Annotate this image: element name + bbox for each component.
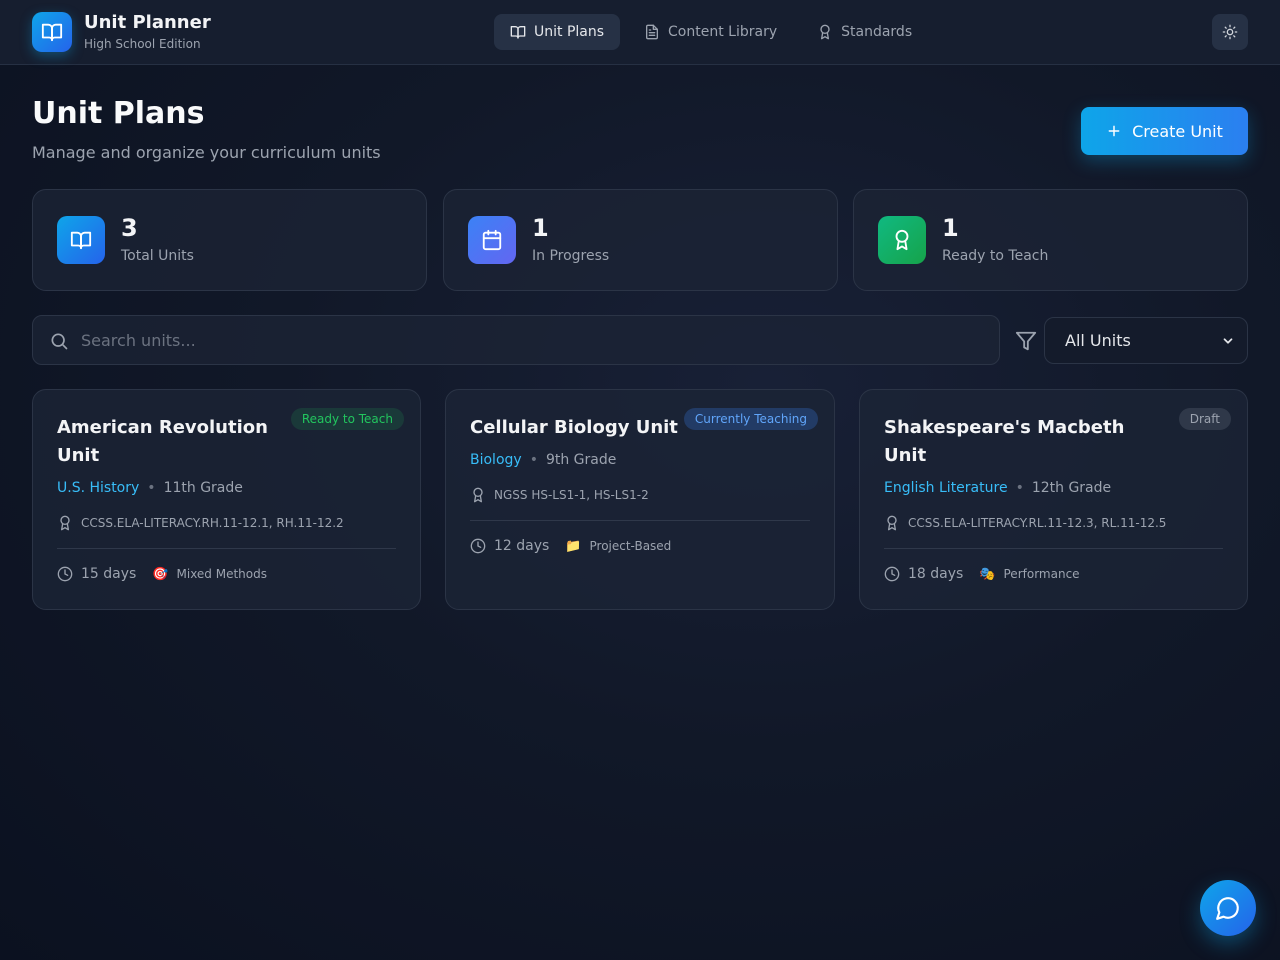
unit-duration: 15 days [57, 566, 136, 582]
method-text: Mixed Methods [176, 567, 268, 581]
filter-icon [1015, 331, 1037, 351]
unit-method: 📁 Project-Based [565, 539, 671, 554]
divider [884, 548, 1223, 549]
unit-duration: 18 days [884, 566, 963, 582]
stat-value: 1 [942, 214, 959, 242]
duration-text: 15 days [81, 566, 137, 582]
unit-duration: 12 days [470, 538, 549, 554]
unit-meta: English Literature • 12th Grade [884, 480, 1111, 496]
award-icon [473, 487, 483, 503]
unit-method: 🎭 Performance [979, 567, 1079, 582]
unit-title: American Revolution Unit [57, 417, 268, 466]
duration-text: 18 days [908, 566, 964, 582]
theater-masks-icon: 🎭 [979, 566, 996, 582]
unit-subject: U.S. History [57, 480, 140, 496]
status-badge: Currently Teaching [683, 408, 818, 430]
duration-text: 12 days [494, 538, 550, 554]
clock-icon [470, 538, 486, 554]
award-icon [820, 24, 830, 40]
award-icon [60, 515, 70, 531]
app-title: Unit Planner [84, 12, 211, 33]
nav-label: Content Library [668, 24, 778, 40]
plus-icon [1108, 125, 1120, 137]
method-text: Performance [1003, 567, 1080, 581]
search-box [32, 315, 1000, 365]
unit-footer: 15 days 🎯 Mixed Methods [57, 566, 267, 582]
document-icon [646, 24, 659, 40]
clock-icon [57, 566, 73, 582]
brand[interactable]: Unit Planner High School Edition [32, 12, 211, 52]
status-filter-value: All Units [1065, 331, 1131, 350]
page-subtitle: Manage and organize your curriculum unit… [32, 143, 381, 162]
stat-label: In Progress [532, 248, 610, 264]
standards-text: CCSS.ELA-LITERACY.RH.11-12.1, RH.11-12.2 [81, 516, 344, 530]
method-text: Project-Based [589, 539, 672, 553]
open-book-icon [32, 12, 72, 52]
create-unit-button[interactable]: Create Unit [1081, 107, 1248, 155]
unit-method: 🎯 Mixed Methods [152, 567, 267, 582]
nav-label: Unit Plans [534, 24, 605, 40]
status-filter-select[interactable]: All Units [1044, 317, 1248, 364]
search-input[interactable] [81, 316, 981, 364]
stat-label: Total Units [121, 248, 194, 264]
unit-standards: CCSS.ELA-LITERACY.RL.11-12.3, RL.11-12.5 [884, 515, 1166, 531]
unit-meta: Biology • 9th Grade [470, 452, 616, 468]
chat-bubble-icon [1216, 897, 1239, 920]
page-title: Unit Plans [32, 96, 205, 131]
unit-subject: English Literature [884, 480, 1008, 496]
nav-content-library[interactable]: Content Library [628, 14, 793, 50]
divider [57, 548, 396, 549]
open-book-icon [510, 26, 526, 39]
open-book-icon [57, 216, 105, 264]
unit-title: Cellular Biology Unit [470, 417, 678, 438]
theme-toggle-button[interactable] [1212, 14, 1248, 50]
unit-standards: CCSS.ELA-LITERACY.RH.11-12.1, RH.11-12.2 [57, 515, 344, 531]
main-nav: Unit Plans Content Library Standards [494, 14, 936, 50]
unit-title: Shakespeare's Macbeth Unit [884, 417, 1125, 466]
target-icon: 🎯 [152, 566, 169, 582]
stat-value: 3 [121, 214, 138, 242]
unit-card[interactable]: Shakespeare's Macbeth Unit Draft English… [859, 389, 1248, 610]
unit-grade: 12th Grade [1031, 480, 1112, 496]
chevron-down-icon [1223, 337, 1233, 344]
unit-standards: NGSS HS-LS1-1, HS-LS1-2 [470, 487, 649, 503]
stat-card-total-units: 3 Total Units [32, 189, 427, 291]
unit-grade: 9th Grade [545, 452, 617, 468]
standards-text: CCSS.ELA-LITERACY.RL.11-12.3, RL.11-12.5 [908, 516, 1167, 530]
nav-label: Standards [841, 24, 913, 40]
divider [470, 520, 810, 521]
unit-card[interactable]: Cellular Biology Unit Currently Teaching… [445, 389, 835, 610]
chat-button[interactable] [1200, 880, 1256, 936]
nav-standards[interactable]: Standards [801, 14, 928, 50]
standards-text: NGSS HS-LS1-1, HS-LS1-2 [494, 488, 649, 502]
unit-footer: 12 days 📁 Project-Based [470, 538, 671, 554]
status-badge: Ready to Teach [290, 408, 404, 430]
stat-value: 1 [532, 214, 549, 242]
unit-subject: Biology [470, 452, 522, 468]
unit-meta: U.S. History • 11th Grade [57, 480, 243, 496]
unit-footer: 18 days 🎭 Performance [884, 566, 1080, 582]
calendar-icon [468, 216, 516, 264]
clock-icon [884, 566, 900, 582]
separator-dot: • [1015, 480, 1024, 496]
stat-card-ready-to-teach: 1 Ready to Teach [853, 189, 1248, 291]
stat-label: Ready to Teach [942, 248, 1049, 264]
app-subtitle: High School Edition [84, 37, 201, 51]
search-icon [51, 333, 68, 350]
award-icon [887, 515, 897, 531]
create-unit-label: Create Unit [1132, 121, 1223, 141]
folder-icon: 📁 [565, 538, 582, 554]
stat-card-in-progress: 1 In Progress [443, 189, 838, 291]
status-badge: Draft [1178, 408, 1231, 430]
unit-grade: 11th Grade [163, 480, 243, 496]
award-icon [878, 216, 926, 264]
sun-icon [1222, 24, 1238, 40]
separator-dot: • [529, 452, 538, 468]
top-navigation-bar: Unit Planner High School Edition Unit Pl… [0, 0, 1280, 65]
unit-card[interactable]: American Revolution Unit Ready to Teach … [32, 389, 421, 610]
separator-dot: • [147, 480, 156, 496]
nav-unit-plans[interactable]: Unit Plans [494, 14, 621, 50]
